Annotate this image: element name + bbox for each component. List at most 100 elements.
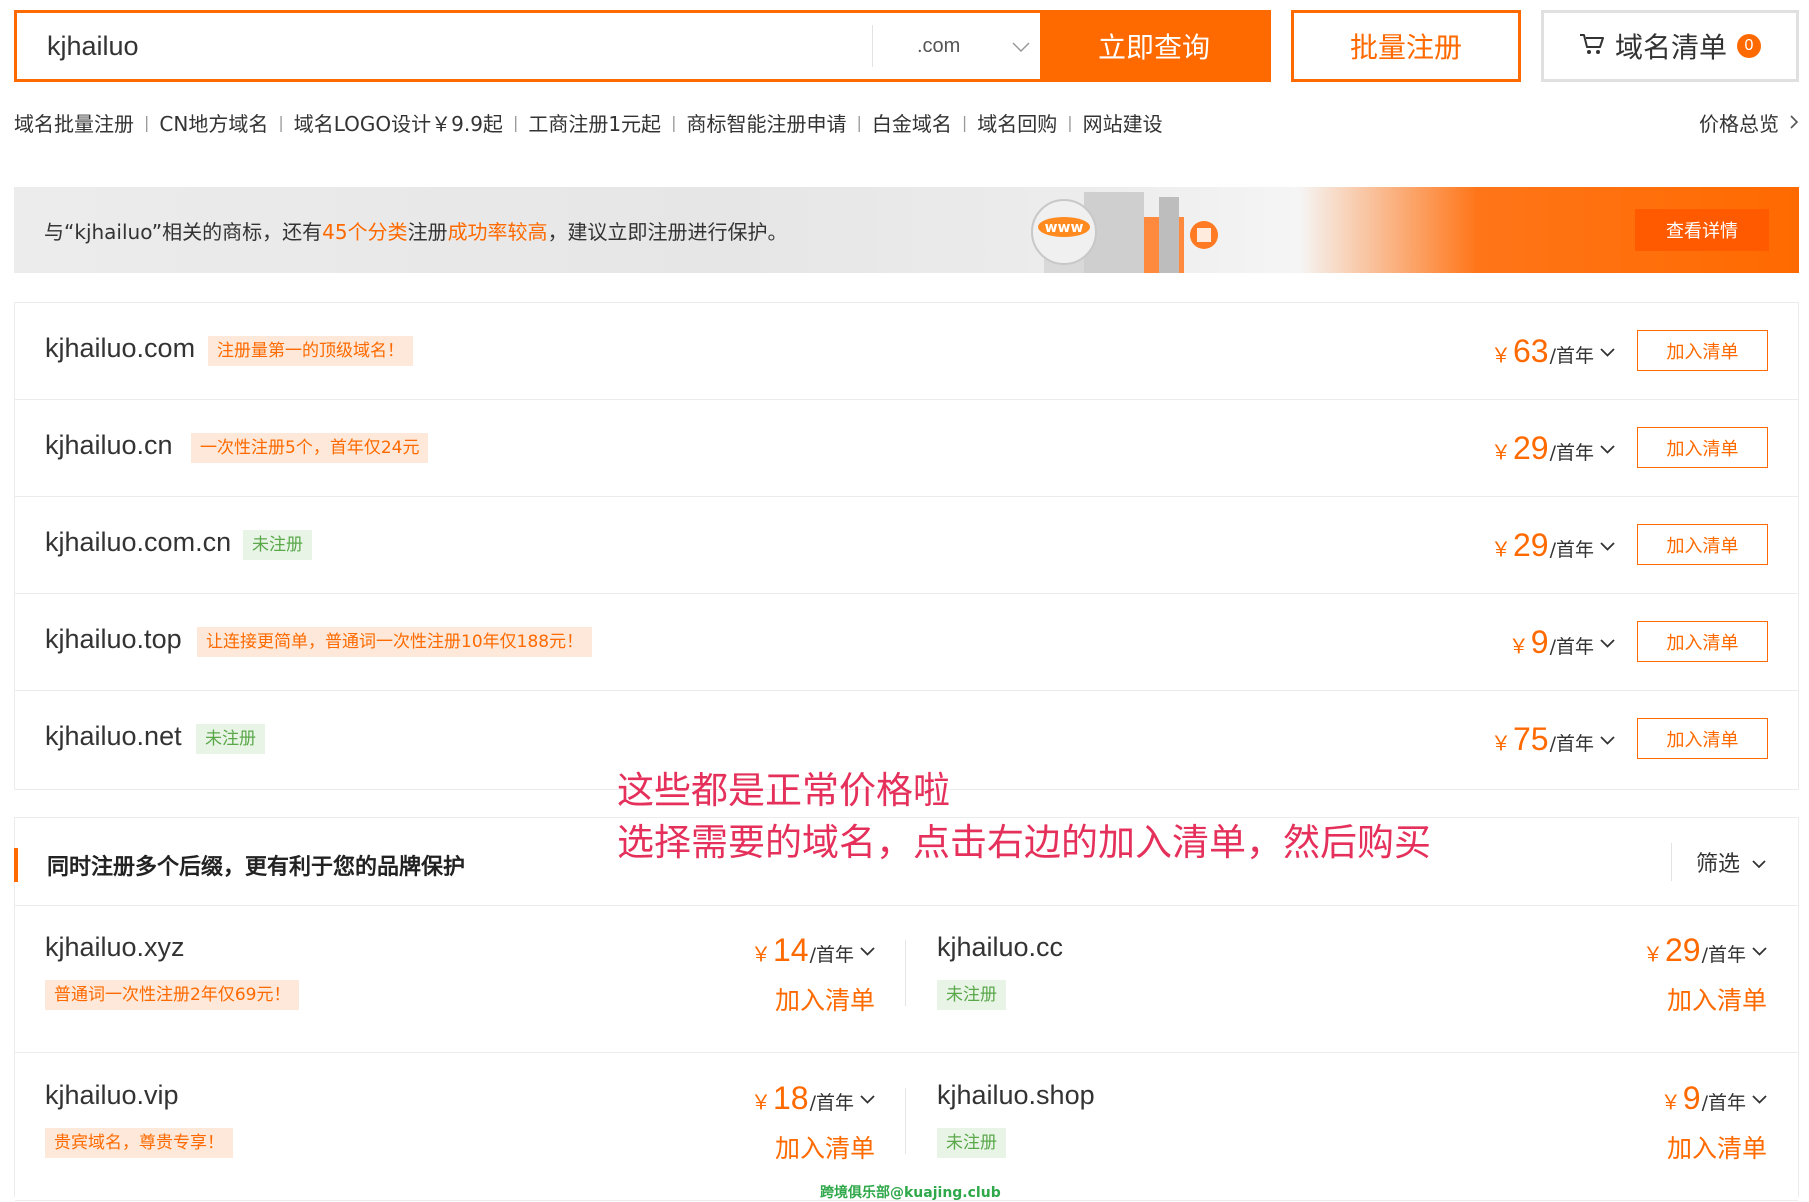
price-display: ￥ 29/首年 <box>1491 430 1615 467</box>
price-value: 29 <box>1665 932 1701 968</box>
add-to-list-button[interactable]: 加入清单 <box>1637 427 1768 468</box>
price-currency: ￥ <box>751 1090 771 1114</box>
price-unit: /首年 <box>809 944 854 966</box>
add-to-list-button[interactable]: 加入清单 <box>1637 330 1768 371</box>
price-currency: ￥ <box>1491 440 1511 464</box>
chevron-down-icon[interactable] <box>1600 536 1615 555</box>
price-currency: ￥ <box>1660 1090 1681 1114</box>
filter-label: 筛选 <box>1695 852 1740 877</box>
suffix-grid-row: kjhailuo.xyz 普通词一次性注册2年仅69元！ ￥ 14/首年 加入清单 kjh… <box>15 906 1798 1053</box>
search-input[interactable] <box>17 13 872 79</box>
link-separator: | <box>278 113 284 132</box>
chevron-down-icon[interactable] <box>860 941 875 960</box>
add-to-list-button[interactable]: 加入清单 <box>1637 718 1768 759</box>
domain-tag: 注册量第一的顶级域名！ <box>208 336 413 366</box>
link-separator: | <box>961 113 968 132</box>
domain-name: kjhailuo.xyz <box>45 932 185 962</box>
price-unit: /首年 <box>1701 1092 1746 1114</box>
add-to-list-link[interactable]: 加入清单 <box>775 1129 875 1165</box>
price-display: ￥ 75/首年 <box>1491 721 1615 758</box>
chevron-down-icon <box>1012 35 1030 58</box>
add-to-list-button[interactable]: 加入清单 <box>1637 524 1768 565</box>
add-to-list-button[interactable]: 加入清单 <box>1637 621 1768 662</box>
cart-count-badge: 0 <box>1737 34 1761 58</box>
price-display: ￥ 18/首年 <box>751 1080 875 1117</box>
search-button[interactable]: 立即查询 <box>1040 13 1268 79</box>
trademark-banner: www 与“kjhailuo”相关的商标，还有 45个分类 注册 成功率较高 ，建议立即… <box>14 187 1799 273</box>
quick-link[interactable]: 域名LOGO设计￥9.9起 <box>294 108 503 137</box>
add-to-list-link[interactable]: 加入清单 <box>1667 1129 1767 1165</box>
section-accent-bar <box>14 848 18 882</box>
quick-link[interactable]: 域名回购 <box>977 108 1057 137</box>
price-currency: ￥ <box>1643 942 1663 966</box>
chevron-down-icon[interactable] <box>1600 439 1615 458</box>
domain-tag: 未注册 <box>196 724 265 754</box>
chevron-down-icon[interactable] <box>1752 1089 1767 1108</box>
view-details-button[interactable]: 查看详情 <box>1635 209 1769 251</box>
multi-suffix-title: 同时注册多个后缀，更有利于您的品牌保护 <box>47 855 466 880</box>
suffix-grid-row: kjhailuo.vip 贵宾域名，尊贵专享！ ￥ 18/首年 加入清单 kjhailuo… <box>15 1054 1798 1201</box>
domain-name: kjhailuo.net <box>45 721 182 751</box>
quick-links-bar: 域名批量注册 | CN地方域名 | 域名LOGO设计￥9.9起 | 工商注册1元起 | 商标智能… <box>14 108 1163 137</box>
price-currency: ￥ <box>751 942 771 966</box>
price-display: ￥ 29/首年 <box>1643 932 1767 969</box>
price-display: ￥ 9/首年 <box>1661 1080 1767 1117</box>
domain-row: kjhailuo.com 注册量第一的顶级域名！ ￥ 63/首年 加入清单 <box>15 303 1798 400</box>
banner-highlight-categories: 45个分类 <box>322 219 408 244</box>
price-currency: ￥ <box>1491 343 1511 367</box>
banner-highlight-success: 成功率较高 <box>447 219 548 244</box>
price-unit: /首年 <box>809 1092 854 1114</box>
suffix-select-value: .com <box>917 34 961 57</box>
filter-dropdown[interactable]: 筛选 <box>1670 843 1766 881</box>
link-separator: | <box>512 113 519 132</box>
domain-name: kjhailuo.com <box>45 333 196 363</box>
column-divider <box>905 940 906 1006</box>
price-unit: /首年 <box>1549 539 1594 561</box>
quick-link[interactable]: 工商注册1元起 <box>528 108 661 137</box>
column-divider <box>905 1088 906 1154</box>
domain-tag: 让连接更简单，普通词一次性注册10年仅188元！ <box>197 627 593 657</box>
price-value: 9 <box>1682 1080 1701 1116</box>
annotation-text: 这些都是正常价格啦 选择需要的域名，点击右边的加入清单，然后购买 <box>617 765 1431 869</box>
domain-row: kjhailuo.com.cn 未注册 ￥ 29/首年 加入清单 <box>15 497 1798 594</box>
price-overview-link[interactable]: 价格总览 <box>1699 108 1799 137</box>
watermark: 跨境俱乐部@kuajing.club <box>820 1185 1001 1201</box>
chevron-down-icon[interactable] <box>1600 730 1615 749</box>
chevron-down-icon[interactable] <box>860 1089 875 1108</box>
price-value: 75 <box>1513 721 1549 757</box>
price-value: 63 <box>1513 333 1549 369</box>
multi-suffix-section: 同时注册多个后缀，更有利于您的品牌保护 筛选 kjhailuo.xyz 普通词一次… <box>14 817 1799 1201</box>
quick-link[interactable]: 网站建设 <box>1083 108 1163 137</box>
quick-link[interactable]: 域名批量注册 <box>14 108 134 137</box>
link-separator: | <box>144 113 150 132</box>
price-display: ￥ 63/首年 <box>1491 333 1615 370</box>
price-unit: /首年 <box>1549 442 1594 464</box>
price-value: 29 <box>1513 527 1549 563</box>
quick-link[interactable]: CN地方域名 <box>159 108 268 137</box>
price-currency: ￥ <box>1491 731 1511 755</box>
price-overview-label: 价格总览 <box>1699 112 1779 136</box>
chevron-right-icon <box>1789 111 1799 135</box>
batch-register-button[interactable]: 批量注册 <box>1291 10 1521 82</box>
quick-link[interactable]: 白金域名 <box>872 108 952 137</box>
add-to-list-link[interactable]: 加入清单 <box>1667 981 1767 1017</box>
domain-name: kjhailuo.top <box>45 624 182 654</box>
domain-name: kjhailuo.cn <box>45 430 173 460</box>
chevron-down-icon[interactable] <box>1752 941 1767 960</box>
banner-text-prefix: 与“kjhailuo”相关的商标，还有 <box>44 219 323 244</box>
chevron-down-icon[interactable] <box>1600 633 1615 652</box>
domain-tag: 未注册 <box>937 1128 1006 1158</box>
domain-cart-button[interactable]: 域名清单 0 <box>1541 10 1799 82</box>
link-separator: | <box>1067 113 1073 132</box>
banner-art-label: www <box>1045 220 1084 236</box>
price-value: 14 <box>773 932 809 968</box>
add-to-list-link[interactable]: 加入清单 <box>775 981 875 1017</box>
chevron-down-icon[interactable] <box>1600 342 1615 361</box>
suffix-select[interactable]: .com <box>872 25 1048 67</box>
domain-name: kjhailuo.cc <box>937 932 1064 962</box>
annotation-line-1: 这些都是正常价格啦 <box>617 769 950 812</box>
price-currency: ￥ <box>1491 537 1511 561</box>
banner-text: 与“kjhailuo”相关的商标，还有 45个分类 注册 成功率较高 ，建议立即注册进行… <box>44 187 788 273</box>
quick-link[interactable]: 商标智能注册申请 <box>686 108 846 137</box>
domain-tag: 贵宾域名，尊贵专享！ <box>45 1128 233 1158</box>
